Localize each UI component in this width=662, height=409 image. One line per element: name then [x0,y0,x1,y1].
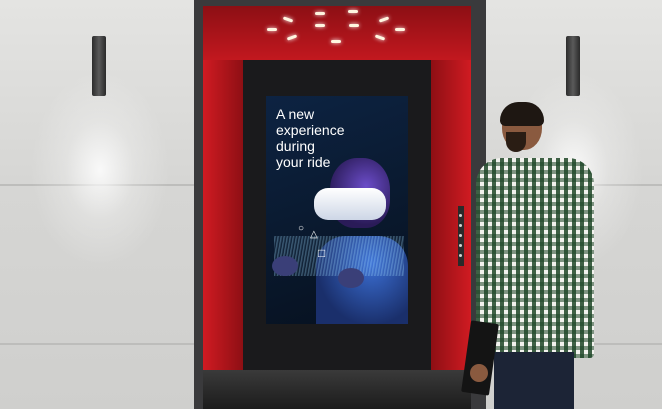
ceiling-light [331,40,341,43]
vr-headset [314,188,386,220]
tile-seam [0,343,200,345]
ceiling-light [267,28,277,31]
cabin-left-wall [203,60,243,370]
ceiling-light [348,10,358,13]
digital-signage-screen: ○ △ □ A new experience during your ride [266,96,408,324]
wall-sconce-left [92,36,106,96]
cabin-floor [203,370,471,409]
man-hair [500,102,544,126]
ceiling-light [349,24,359,27]
right-hand [338,268,364,288]
elevator-scene: ○ △ □ A new experience during your ride [0,0,662,409]
left-hand [272,256,298,276]
man-beard [506,132,526,152]
ceiling-light [315,24,325,27]
cabin-ceiling [203,6,471,60]
ceiling-light [315,12,325,15]
man-pants [494,352,574,409]
triangle-shape-icon: △ [310,229,318,240]
ceiling-light [286,34,298,41]
ceiling-light [378,16,390,23]
man-figure [461,102,594,409]
circle-shape-icon: ○ [298,223,305,234]
man-hand [470,364,488,382]
wall-sconce-right [566,36,580,96]
wall-light-glow [30,70,170,270]
ceiling-light [374,34,386,41]
square-shape-icon: □ [318,246,326,260]
ad-headline: A new experience during your ride [276,106,345,170]
ceiling-light [395,28,405,31]
ceiling-light [282,16,294,23]
